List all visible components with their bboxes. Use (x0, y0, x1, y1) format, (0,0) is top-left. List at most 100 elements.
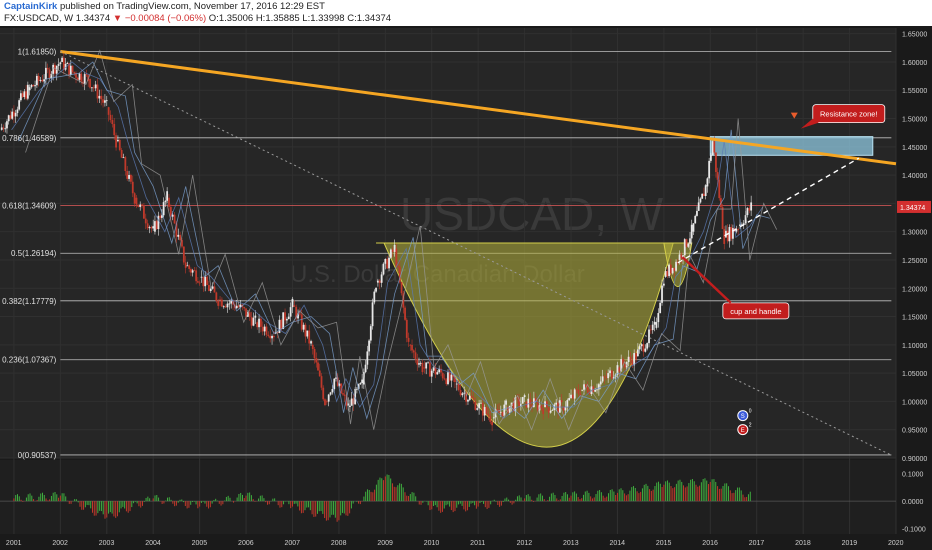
candle-body (597, 384, 600, 390)
candle-body (551, 409, 554, 411)
candle-body (141, 204, 143, 206)
candle-body (673, 267, 676, 271)
candle-body (133, 193, 136, 204)
candle-body (267, 334, 270, 336)
candle-body (113, 124, 116, 136)
candle-body (709, 155, 712, 161)
candle-body (66, 62, 69, 64)
candle-body (605, 377, 608, 379)
time-tick-label: 2010 (424, 540, 440, 547)
candle-body (333, 378, 336, 390)
time-tick-label: 2018 (795, 540, 811, 547)
price-tick-label: 0.90000 (902, 456, 927, 463)
price-tick-label: 1.50000 (902, 117, 927, 124)
candle-body (148, 227, 151, 229)
candle-body (461, 393, 464, 396)
candle-body (329, 392, 332, 395)
candle-body (527, 398, 530, 408)
price-chart[interactable]: USDCAD, W U.S. Dollar/Canadian Dollar 1(… (0, 0, 932, 550)
candle-body (416, 359, 419, 365)
candle-body (489, 416, 492, 422)
candle-body (609, 370, 611, 374)
candle-body (308, 330, 311, 344)
candle-body (412, 350, 415, 353)
candle-body (470, 395, 473, 398)
candle-body (191, 270, 194, 273)
candle-body (166, 191, 169, 201)
candle-body (89, 78, 91, 88)
candle-body (737, 229, 740, 231)
candle-body (254, 315, 257, 318)
candle-body (566, 400, 569, 408)
candle-body (378, 280, 381, 283)
candle-body (62, 57, 65, 70)
candle-body (483, 407, 486, 416)
candle-body (59, 62, 62, 65)
candle-body (485, 407, 488, 414)
candle-body (69, 65, 72, 75)
time-tick-label: 2011 (470, 540, 485, 547)
candle-body (649, 329, 652, 331)
candle-body (282, 312, 285, 330)
candle-body (198, 282, 201, 284)
candle-body (215, 292, 218, 301)
fib-level-label: 1(1.61850) (18, 47, 57, 56)
candle-body (492, 417, 495, 419)
candle-body (111, 120, 114, 125)
candle-body (586, 387, 589, 393)
candle-body (594, 389, 597, 392)
candle-body (209, 288, 212, 291)
candle-body (555, 402, 558, 405)
candle-body (117, 139, 119, 142)
fib-level-label: 0(0.90537) (18, 451, 57, 460)
candle-body (248, 312, 251, 318)
candle-body (728, 227, 731, 242)
candle-body (491, 421, 494, 426)
candle-body (423, 367, 426, 369)
candle-body (505, 400, 507, 405)
candle-body (300, 314, 303, 330)
candle-body (0, 127, 3, 130)
time-tick-label: 2006 (238, 540, 254, 547)
candle-body (318, 370, 321, 377)
oscillator-pane[interactable] (0, 460, 896, 534)
candle-body (568, 398, 571, 401)
candle-body (685, 239, 688, 247)
candle-body (468, 395, 471, 400)
resistance-callout-label: Resistance zone! (820, 110, 878, 119)
event-marker-label: E (741, 428, 745, 434)
candle-body (331, 389, 334, 393)
candle-body (407, 337, 410, 342)
candle-body (139, 204, 142, 207)
candle-body (750, 202, 753, 211)
candle-body (320, 376, 323, 388)
price-tick-label: 1.65000 (902, 32, 927, 39)
candle-body (184, 262, 187, 268)
candle-body (397, 266, 399, 268)
candle-body (104, 100, 106, 103)
candle-body (436, 372, 439, 375)
candle-body (342, 393, 344, 395)
candle-body (92, 87, 95, 89)
oscillator-tick-label: 0.1000 (902, 472, 924, 479)
candle-body (143, 205, 145, 219)
candle-body (560, 400, 563, 403)
candle-body (692, 223, 695, 232)
candle-body (746, 208, 749, 216)
price-tick-label: 1.45000 (902, 145, 927, 152)
candle-body (478, 403, 481, 409)
candle-body (596, 389, 598, 391)
candle-body (459, 389, 462, 396)
candle-body (213, 286, 216, 293)
candle-body (120, 149, 123, 158)
candle-body (623, 364, 626, 368)
candle-body (376, 280, 379, 283)
candle-body (14, 112, 17, 117)
candle-body (723, 229, 726, 244)
candle-body (375, 287, 377, 292)
candle-body (450, 374, 453, 381)
time-tick-label: 2005 (192, 540, 208, 547)
candle-body (715, 152, 717, 173)
candle-body (109, 114, 112, 121)
candle-body (730, 227, 733, 239)
